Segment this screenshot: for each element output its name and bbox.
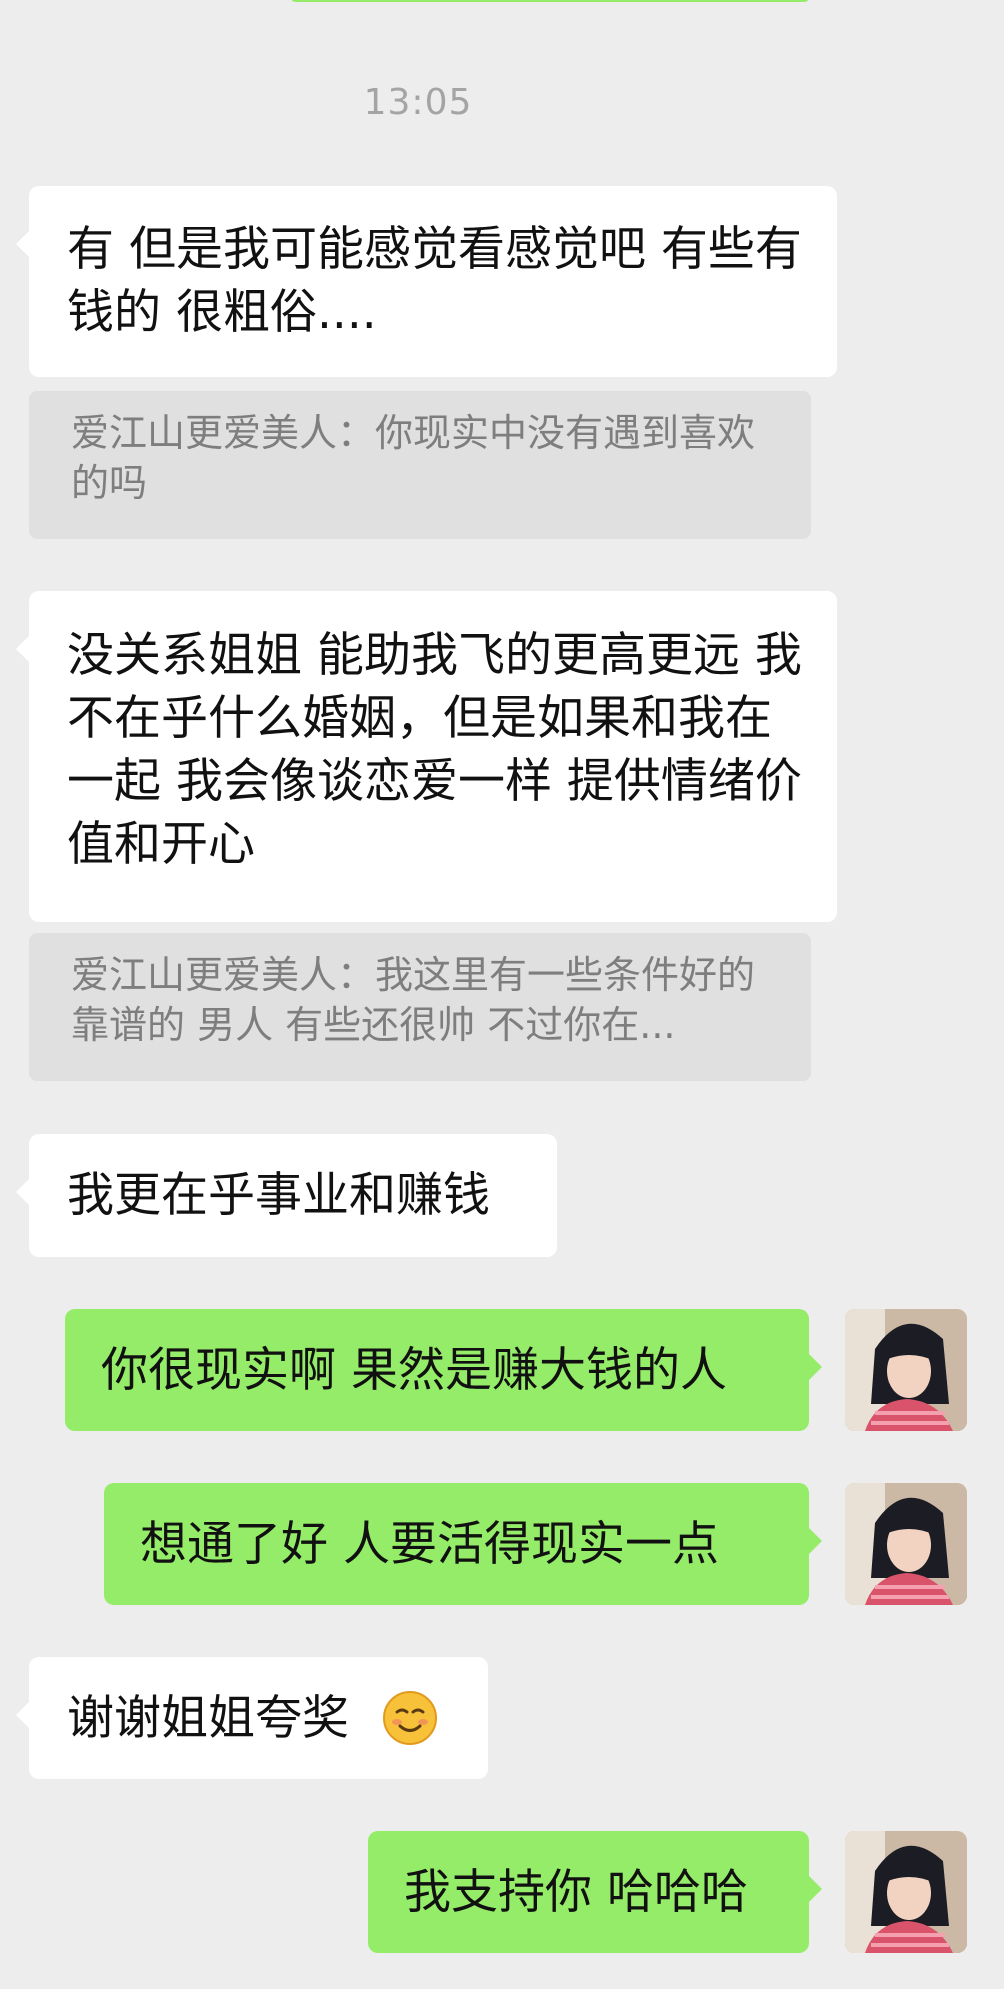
message-text: 想通了好 人要活得现实一点	[140, 1517, 719, 1572]
incoming-message-bubble[interactable]: 我更在乎事业和赚钱	[16, 1134, 557, 1257]
smiling-face-emoji-icon	[382, 1690, 437, 1745]
user-avatar[interactable]	[845, 1831, 967, 1953]
quoted-message[interactable]: 爱江山更爱美人：我这里有一些条件好的 靠谱的 男人 有些还很帅 不过你在...	[29, 933, 811, 1081]
avatar-portrait-icon	[845, 1483, 967, 1605]
user-avatar[interactable]	[845, 1309, 967, 1431]
outgoing-message-bubble[interactable]: 我支持你 哈哈哈	[368, 1831, 822, 1953]
avatar-portrait-icon	[845, 1309, 967, 1431]
quoted-message-text: 爱江山更爱美人：我这里有一些条件好的 靠谱的 男人 有些还很帅 不过你在...	[71, 953, 756, 1047]
message-text: 你很现实啊 果然是赚大钱的人	[101, 1343, 727, 1398]
message-text: 有 但是我可能感觉看感觉吧 有些有钱的 很粗俗....	[67, 222, 802, 340]
quoted-message[interactable]: 爱江山更爱美人：你现实中没有遇到喜欢的吗	[29, 391, 811, 539]
incoming-message-bubble[interactable]: 有 但是我可能感觉看感觉吧 有些有钱的 很粗俗....	[16, 186, 837, 377]
user-avatar[interactable]	[845, 1483, 967, 1605]
outgoing-message-bubble[interactable]: 你很现实啊 果然是赚大钱的人	[65, 1309, 822, 1431]
message-text: 我更在乎事业和赚钱	[67, 1168, 490, 1223]
incoming-message-bubble[interactable]: 谢谢姐姐夸奖	[16, 1657, 488, 1779]
incoming-message-bubble[interactable]: 没关系姐姐 能助我飞的更高更远 我不在乎什么婚姻，但是如果和我在一起 我会像谈恋…	[16, 591, 837, 922]
avatar-portrait-icon	[845, 1831, 967, 1953]
chat-timestamp: 13:05	[363, 82, 473, 123]
quoted-message-text: 爱江山更爱美人：你现实中没有遇到喜欢的吗	[71, 411, 756, 505]
outgoing-message-bubble[interactable]: 想通了好 人要活得现实一点	[104, 1483, 822, 1605]
previous-outgoing-bubble-edge	[290, 0, 810, 2]
message-text: 我支持你 哈哈哈	[404, 1865, 748, 1920]
message-text: 谢谢姐姐夸奖	[67, 1691, 349, 1746]
message-text: 没关系姐姐 能助我飞的更高更远 我不在乎什么婚姻，但是如果和我在一起 我会像谈恋…	[67, 628, 802, 872]
